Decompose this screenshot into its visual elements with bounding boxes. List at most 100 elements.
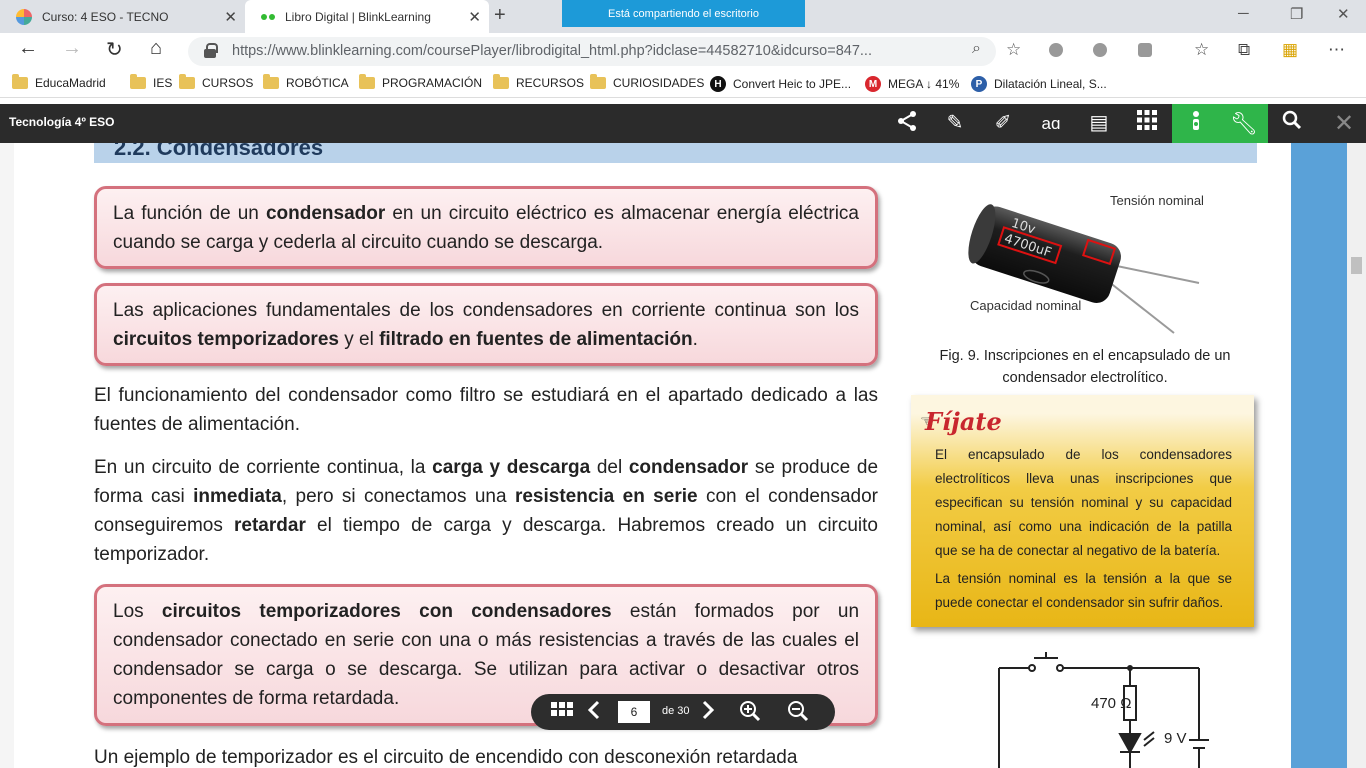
text: , pero si conectamos una — [281, 486, 515, 507]
bookmark-mega[interactable]: M MEGA ↓ 41% — [865, 76, 959, 92]
folder-icon — [590, 74, 606, 89]
site-icon: P — [971, 76, 987, 92]
search-icon[interactable]: ⌕ — [972, 40, 981, 58]
close-book-icon[interactable]: ✕ — [1324, 110, 1364, 137]
restore-window-icon[interactable]: ❐ — [1290, 5, 1303, 23]
bookmark-ies[interactable]: IES — [130, 74, 172, 90]
mega-icon: M — [865, 76, 881, 92]
paragraph-filter: El funcionamiento del condensador como f… — [94, 385, 878, 435]
browser-tab-strip: Curso: 4 ESO - TECNO ✕ Libro Digital | B… — [0, 0, 1366, 33]
bookmark-robotica[interactable]: ROBÓTICA — [263, 74, 349, 90]
close-window-icon[interactable]: ✕ — [1337, 5, 1350, 23]
lock-icon — [204, 43, 218, 58]
bookmarks-bar: EducaMadrid IES CURSOS ROBÓTICA PROGRAMA… — [0, 70, 1366, 98]
close-tab-icon[interactable]: ✕ — [224, 8, 237, 26]
text: En un circuito de corriente continua, la — [94, 457, 433, 478]
collections-icon[interactable]: ⧉ — [1238, 40, 1250, 60]
bold-text: condensador — [265, 203, 386, 224]
folder-icon — [179, 74, 195, 89]
text-size-icon[interactable]: aɑ — [1031, 110, 1071, 137]
scrollbar-thumb[interactable] — [1351, 257, 1362, 274]
book-toolbar: Tecnología 4º ESO ✎ ✐ aɑ ▤ 🔧︎ ✕ — [0, 104, 1366, 143]
folder-icon — [493, 74, 509, 89]
resistor-label: 470 Ω — [1091, 695, 1131, 712]
zoom-in-icon[interactable] — [739, 700, 761, 728]
url-text[interactable]: https://www.blinklearning.com/coursePlay… — [232, 43, 872, 59]
favorites-list-icon[interactable]: ☆ — [1194, 40, 1209, 60]
extension-2-icon[interactable] — [1093, 43, 1107, 57]
share-icon[interactable] — [887, 110, 927, 137]
paragraph-example: Un ejemplo de temporizador es el circuit… — [94, 747, 798, 768]
label-capacidad-nominal: Capacidad nominal — [970, 298, 1081, 313]
bookmark-dilatacion[interactable]: P Dilatación Lineal, S... — [971, 76, 1107, 92]
bookmark-label: CURSOS — [202, 76, 254, 90]
zoom-out-icon[interactable] — [787, 700, 809, 728]
next-page-icon[interactable] — [701, 700, 715, 726]
reload-icon[interactable]: ↻ — [106, 37, 123, 62]
address-bar[interactable]: https://www.blinklearning.com/coursePlay… — [188, 37, 1021, 66]
bookmark-recursos[interactable]: RECURSOS — [493, 74, 585, 90]
page-number-input[interactable]: 6 — [618, 701, 650, 723]
previous-page-icon[interactable] — [587, 700, 601, 726]
heic-icon: H — [710, 76, 726, 92]
notes-icon[interactable]: ▤ — [1079, 110, 1119, 137]
bookmark-label: Convert Heic to JPE... — [733, 77, 852, 91]
home-icon[interactable]: ⌂ — [150, 37, 162, 60]
capacitor-image: 10v 4700uF Tensión nominal Capacidad nom… — [968, 193, 1204, 334]
close-tab-icon[interactable]: ✕ — [468, 8, 481, 26]
book-page: 2.2. Condensadores La función de un cond… — [14, 143, 1291, 768]
bookmark-label: Dilatación Lineal, S... — [994, 77, 1107, 91]
figure-caption: Fig. 9. Inscripciones en el encapsulado … — [939, 348, 1231, 386]
more-menu-icon[interactable]: ⋯ — [1328, 40, 1345, 60]
fijate-title: Fíjate — [925, 407, 1002, 436]
minimize-window-icon[interactable]: ─ — [1238, 5, 1249, 22]
circuit-diagram: 470 Ω 9 V — [998, 652, 1209, 768]
text: Las aplicaciones fundamentales de los co… — [113, 300, 859, 321]
folder-icon — [263, 74, 279, 89]
bold-text: circuitos temporizadores — [113, 329, 339, 350]
bookmark-programacion[interactable]: PROGRAMACIÓN — [359, 74, 482, 90]
apps-grid-icon[interactable] — [1127, 110, 1167, 137]
section-title: 2.2. Condensadores — [94, 143, 1257, 163]
accessibility-icon[interactable] — [1172, 104, 1220, 143]
tab-curso[interactable]: Curso: 4 ESO - TECNO ✕ — [0, 0, 245, 33]
calculator-extension-icon[interactable]: ▦ — [1282, 40, 1298, 60]
bold-text: carga y descarga — [432, 457, 591, 478]
marker-icon[interactable]: ✐ — [983, 110, 1023, 137]
moodle-favicon-icon — [16, 8, 32, 25]
tools-wrench-icon[interactable]: 🔧︎ — [1220, 104, 1268, 143]
extension-1-icon[interactable] — [1049, 43, 1063, 57]
bookmark-cursos[interactable]: CURSOS — [179, 74, 254, 90]
text: y el — [338, 329, 380, 350]
bookmark-label: ROBÓTICA — [286, 76, 349, 90]
vertical-scrollbar[interactable] — [1347, 143, 1366, 768]
tab-libro-digital[interactable]: Libro Digital | BlinkLearning ✕ — [245, 0, 489, 33]
bookmark-curiosidades[interactable]: CURIOSIDADES — [590, 74, 705, 90]
text: del — [590, 457, 629, 478]
favorite-star-icon[interactable]: ☆ — [1006, 40, 1021, 60]
bookmark-label: RECURSOS — [516, 76, 585, 90]
pencil-icon[interactable]: ✎ — [935, 110, 975, 137]
bookmark-educamadrid[interactable]: EducaMadrid — [12, 74, 106, 90]
text: Los — [113, 601, 162, 622]
page-navigation: 6 de 30 — [531, 694, 835, 730]
tab-title: Libro Digital | BlinkLearning — [285, 9, 431, 24]
applications-box: Las aplicaciones fundamentales de los co… — [94, 283, 878, 366]
fijate-paragraph-2: La tensión nominal es la tensión a la qu… — [935, 571, 1232, 610]
thumbnails-grid-icon[interactable] — [551, 700, 573, 724]
search-icon[interactable] — [1272, 110, 1312, 137]
screen-sharing-banner[interactable]: Está compartiendo el escritorio — [562, 0, 805, 27]
bold-text: inmediata — [193, 486, 282, 507]
blinklearning-favicon-icon — [261, 13, 275, 20]
back-icon[interactable]: ← — [18, 37, 38, 60]
new-tab-button[interactable]: + — [494, 4, 506, 27]
extension-shield-icon[interactable] — [1138, 43, 1152, 57]
fijate-paragraph-1: El encapsulado de los condensadores elec… — [935, 447, 1232, 558]
forward-icon[interactable]: → — [62, 37, 82, 60]
tab-title: Curso: 4 ESO - TECNO — [42, 9, 169, 24]
bold-text: resistencia en serie — [514, 486, 698, 507]
bookmark-convert-heic[interactable]: H Convert Heic to JPE... — [710, 76, 851, 92]
bookmark-label: CURIOSIDADES — [613, 76, 705, 90]
battery-label: 9 V — [1164, 730, 1187, 747]
bold-text: condensador — [628, 457, 749, 478]
